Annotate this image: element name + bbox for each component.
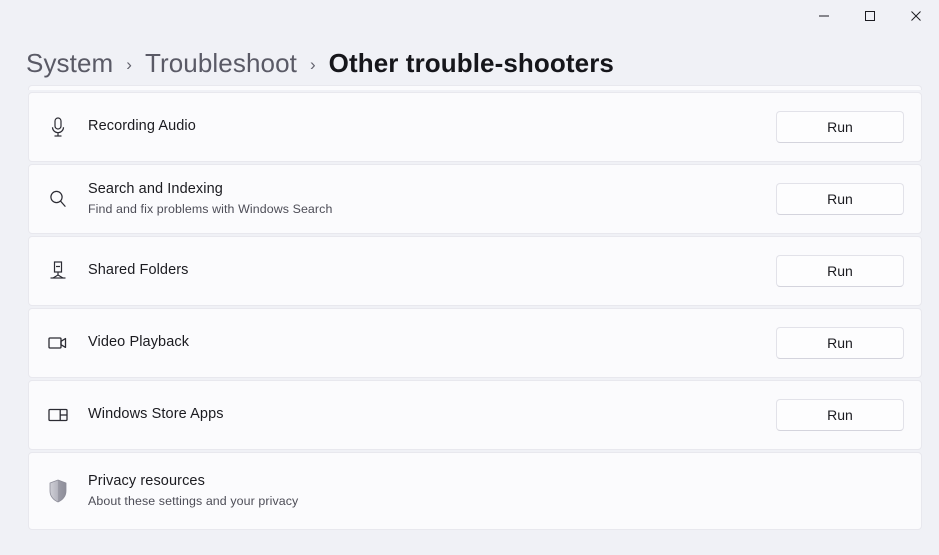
troubleshooter-labels: Video Playback: [87, 333, 776, 353]
troubleshooter-subtitle: Find and fix problems with Windows Searc…: [88, 202, 333, 217]
run-button-search-and-indexing[interactable]: Run: [776, 183, 904, 215]
troubleshooter-title: Recording Audio: [88, 118, 196, 135]
microphone-icon: [29, 116, 87, 138]
app-window-icon: [29, 405, 87, 425]
maximize-icon: [864, 10, 876, 22]
page-title: Other trouble-shooters: [328, 47, 614, 78]
privacy-resources-row[interactable]: Privacy resources About these settings a…: [28, 452, 922, 530]
search-icon: [29, 188, 87, 210]
troubleshooter-title: Shared Folders: [88, 262, 189, 279]
troubleshooter-row-recording-audio[interactable]: Recording Audio Run: [28, 92, 922, 162]
breadcrumb-separator: ›: [309, 54, 316, 74]
troubleshooter-title: Windows Store Apps: [88, 406, 224, 423]
title-bar: [0, 0, 939, 32]
shield-icon: [29, 477, 87, 505]
breadcrumb: System › Troubleshoot › Other trouble-sh…: [0, 32, 939, 79]
troubleshooter-list: Recording Audio Run Search and Indexing …: [0, 85, 939, 530]
minimize-icon: [818, 10, 830, 22]
privacy-title: Privacy resources: [88, 472, 205, 489]
troubleshooter-title: Video Playback: [88, 334, 190, 351]
breadcrumb-separator: ›: [126, 54, 132, 74]
troubleshooter-labels: Recording Audio: [87, 117, 776, 137]
breadcrumb-item-system[interactable]: System: [26, 48, 113, 79]
close-button[interactable]: [893, 0, 939, 32]
shared-folders-icon: [29, 260, 87, 282]
run-button-video-playback[interactable]: Run: [776, 327, 904, 359]
run-button-shared-folders[interactable]: Run: [776, 255, 904, 287]
troubleshooter-labels: Search and Indexing Find and fix problem…: [87, 180, 776, 219]
video-camera-icon: [29, 333, 87, 353]
minimize-button[interactable]: [801, 0, 847, 32]
close-icon: [910, 10, 922, 22]
troubleshooter-row-windows-store-apps[interactable]: Windows Store Apps Run: [28, 380, 922, 450]
troubleshooter-row-shared-folders[interactable]: Shared Folders Run: [28, 236, 922, 306]
breadcrumb-item-troubleshoot[interactable]: Troubleshoot: [145, 48, 297, 79]
run-button-recording-audio[interactable]: Run: [776, 111, 904, 143]
troubleshooter-row-search-and-indexing[interactable]: Search and Indexing Find and fix problem…: [28, 164, 922, 234]
troubleshooter-labels: Shared Folders: [87, 261, 776, 281]
troubleshooter-row-video-playback[interactable]: Video Playback Run: [28, 308, 922, 378]
troubleshooter-labels: Windows Store Apps: [87, 405, 776, 425]
privacy-labels: Privacy resources About these settings a…: [87, 472, 921, 511]
privacy-subtitle: About these settings and your privacy: [88, 494, 299, 509]
scrolled-card-stub: [28, 85, 922, 90]
maximize-button[interactable]: [847, 0, 893, 32]
run-button-windows-store-apps[interactable]: Run: [776, 399, 904, 431]
troubleshooter-title: Search and Indexing: [88, 180, 223, 197]
